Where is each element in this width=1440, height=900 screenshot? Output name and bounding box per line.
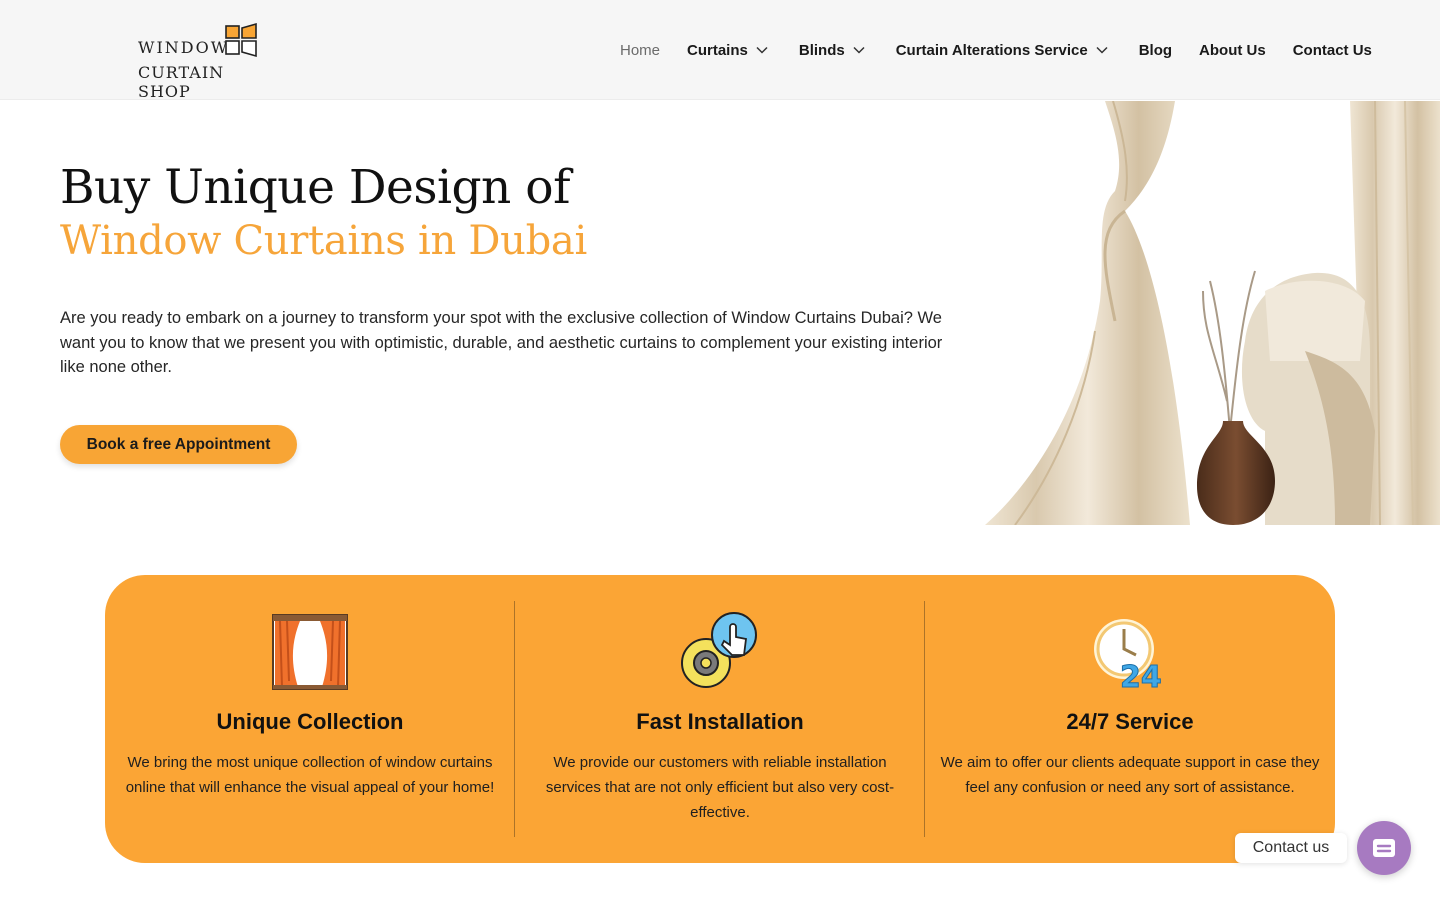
svg-text:24: 24	[1120, 660, 1162, 691]
nav-label: Blog	[1138, 41, 1173, 59]
logo-text-line2: CURTAIN SHOP	[138, 63, 225, 101]
nav-label: About Us	[1199, 41, 1266, 59]
feature-24-7-service: 24 24/7 Service We aim to offer our clie…	[925, 575, 1335, 863]
feature-text: We provide our customers with reliable i…	[545, 754, 895, 821]
gear-touch-icon	[681, 612, 757, 688]
nav-label: Blinds	[798, 41, 845, 59]
contact-us-label[interactable]: Contact us	[1235, 833, 1347, 863]
chevron-down-icon	[1096, 46, 1108, 54]
feature-title: Fast Installation	[636, 709, 804, 734]
nav-label: Contact Us	[1292, 41, 1372, 59]
window-logo-icon	[225, 22, 257, 58]
site-logo[interactable]: WINDOW CURTAIN SHOP	[138, 22, 278, 101]
hero-subtitle: Window Curtains in Dubai	[60, 218, 587, 264]
hero-description: Are you ready to embark on a journey to …	[60, 309, 943, 376]
nav-label: Home	[620, 41, 661, 59]
logo-text-line1: WINDOW	[138, 38, 230, 57]
nav-item-curtain-alterations[interactable]: Curtain Alterations Service	[896, 42, 1110, 59]
clock-24-icon: 24	[1094, 619, 1162, 691]
feature-unique-collection: Unique Collection We bring the most uniq…	[105, 575, 515, 863]
hero-title: Buy Unique Design of	[60, 160, 570, 215]
nav-label: Curtains	[687, 41, 748, 59]
chat-icon	[1373, 839, 1395, 857]
nav-item-contact-us[interactable]: Contact Us	[1293, 42, 1372, 59]
nav-item-curtains[interactable]: Curtains	[687, 42, 770, 59]
chevron-down-icon	[756, 46, 768, 54]
feature-text: We bring the most unique collection of w…	[125, 754, 495, 796]
book-appointment-button[interactable]: Book a free Appointment	[60, 425, 297, 464]
curtain-room-image	[975, 101, 1440, 525]
nav-item-blinds[interactable]: Blinds	[799, 42, 867, 59]
main-nav: Home Curtains Blinds Curtain Alterations…	[620, 38, 1372, 62]
site-header: WINDOW CURTAIN SHOP Home Curtains Blinds…	[0, 0, 1440, 101]
nav-item-home[interactable]: Home	[620, 42, 660, 59]
nav-label: Curtain Alterations Service	[895, 41, 1088, 59]
feature-text: We aim to offer our clients adequate sup…	[940, 754, 1320, 796]
contact-us-button[interactable]	[1357, 821, 1411, 875]
feature-fast-installation: Fast Installation We provide our custome…	[515, 575, 925, 863]
features-band: Unique Collection We bring the most uniq…	[105, 575, 1335, 863]
feature-title: 24/7 Service	[1066, 709, 1194, 734]
nav-item-blog[interactable]: Blog	[1139, 42, 1172, 59]
curtain-window-icon	[272, 614, 348, 690]
feature-title: Unique Collection	[216, 709, 404, 734]
nav-item-about-us[interactable]: About Us	[1199, 42, 1266, 59]
chevron-down-icon	[853, 46, 865, 54]
